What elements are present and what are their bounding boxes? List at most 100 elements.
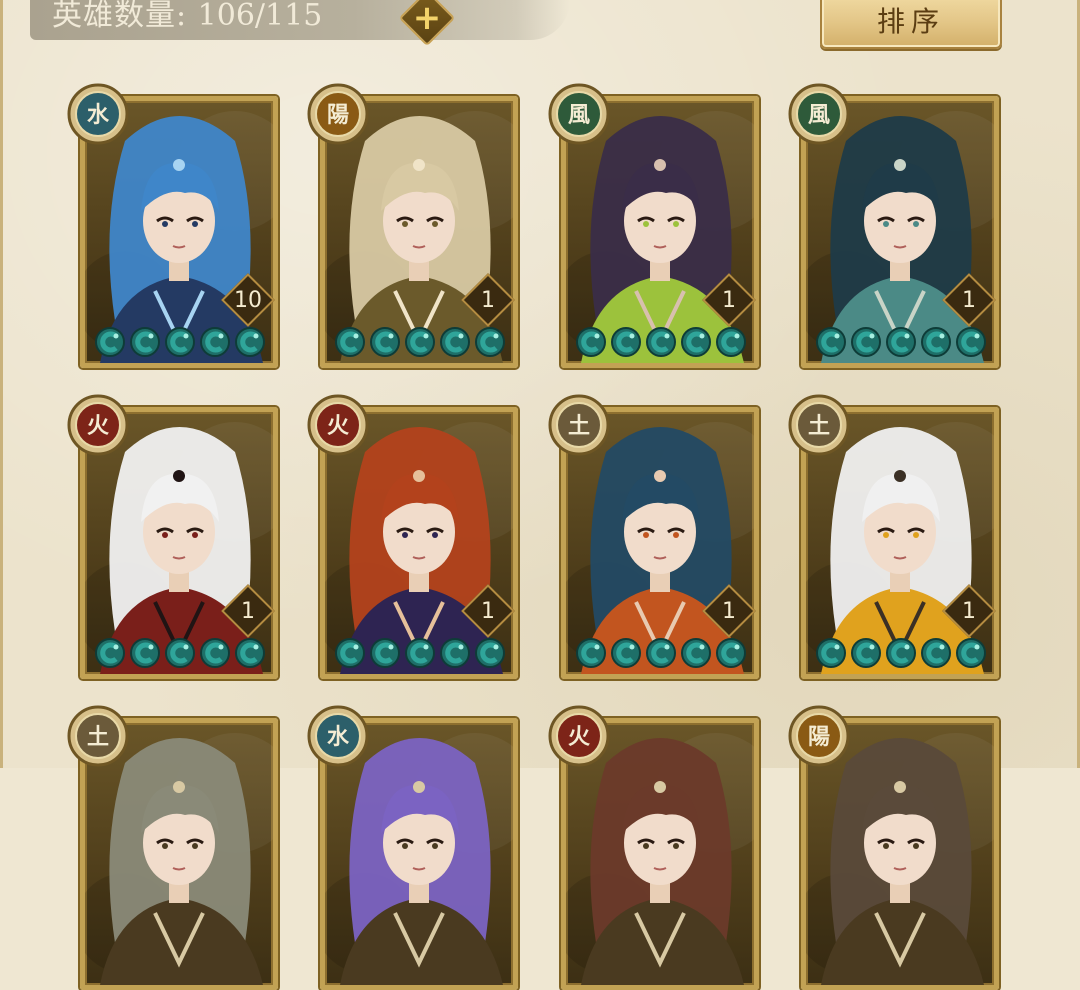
hero-star-rating xyxy=(94,637,270,673)
star-jade-icon xyxy=(851,638,881,668)
element-badge-wind-icon: 風 xyxy=(788,83,850,145)
element-badge-yang-icon: 陽 xyxy=(788,705,850,767)
hero-level-badge: 1 xyxy=(702,584,756,638)
element-badge-label: 火 xyxy=(327,413,349,439)
hero-level-value: 1 xyxy=(722,287,736,313)
hero-card[interactable]: 水 10 xyxy=(67,83,278,368)
hero-level-value: 1 xyxy=(241,598,255,624)
star-jade-icon xyxy=(956,638,986,668)
hero-level-badge: 10 xyxy=(221,273,275,327)
element-badge-label: 火 xyxy=(568,724,590,750)
star-jade-icon xyxy=(716,638,746,668)
hero-count-label: 英雄数量: xyxy=(52,0,188,33)
star-jade-icon xyxy=(816,638,846,668)
hero-star-rating xyxy=(334,637,510,673)
element-badge-earth-icon: 土 xyxy=(548,394,610,456)
hero-star-rating xyxy=(94,326,270,362)
star-jade-icon xyxy=(200,327,230,357)
star-jade-icon xyxy=(130,327,160,357)
star-jade-icon xyxy=(921,327,951,357)
hero-card[interactable]: 土 xyxy=(67,705,278,990)
star-jade-icon xyxy=(646,638,676,668)
star-jade-icon xyxy=(646,327,676,357)
hero-card[interactable]: 土1 xyxy=(548,394,759,679)
star-jade-icon xyxy=(95,638,125,668)
star-jade-icon xyxy=(95,327,125,357)
hero-card[interactable]: 陽 xyxy=(788,705,999,990)
element-badge-label: 陽 xyxy=(808,724,830,750)
hero-level-badge: 1 xyxy=(221,584,275,638)
hero-level-badge: 1 xyxy=(942,273,996,327)
hero-level-badge: 1 xyxy=(702,273,756,327)
hero-level-value: 10 xyxy=(234,287,262,313)
hero-card[interactable]: 火1 xyxy=(67,394,278,679)
plus-icon: + xyxy=(412,0,442,38)
element-badge-water-icon: 水 xyxy=(307,705,369,767)
element-badge-label: 土 xyxy=(808,413,830,439)
hero-level-value: 1 xyxy=(962,287,976,313)
element-badge-water-icon: 水 xyxy=(67,83,129,145)
star-jade-icon xyxy=(440,327,470,357)
hero-level-value: 1 xyxy=(722,598,736,624)
star-jade-icon xyxy=(200,638,230,668)
hero-star-rating xyxy=(575,637,751,673)
sort-button-label: 排序 xyxy=(876,4,945,38)
star-jade-icon xyxy=(886,327,916,357)
star-jade-icon xyxy=(956,327,986,357)
element-badge-label: 水 xyxy=(327,724,350,750)
star-jade-icon xyxy=(851,327,881,357)
hero-level-badge: 1 xyxy=(942,584,996,638)
star-jade-icon xyxy=(681,327,711,357)
star-jade-icon xyxy=(475,638,505,668)
hero-star-rating xyxy=(815,326,991,362)
star-jade-icon xyxy=(235,638,265,668)
star-jade-icon xyxy=(130,638,160,668)
star-jade-icon xyxy=(335,327,365,357)
star-jade-icon xyxy=(405,638,435,668)
hero-card[interactable]: 風1 xyxy=(548,83,759,368)
star-jade-icon xyxy=(816,327,846,357)
star-jade-icon xyxy=(235,327,265,357)
star-jade-icon xyxy=(165,638,195,668)
star-jade-icon xyxy=(716,327,746,357)
hero-card[interactable]: 火1 xyxy=(307,394,518,679)
star-jade-icon xyxy=(886,638,916,668)
element-badge-label: 陽 xyxy=(327,102,349,128)
element-badge-earth-icon: 土 xyxy=(788,394,850,456)
element-badge-label: 土 xyxy=(568,413,590,439)
star-jade-icon xyxy=(576,327,606,357)
element-badge-earth-icon: 土 xyxy=(67,705,129,767)
hero-level-badge: 1 xyxy=(461,584,515,638)
element-badge-wind-icon: 風 xyxy=(548,83,610,145)
hero-count-value: 106/115 xyxy=(197,0,323,33)
star-jade-icon xyxy=(921,638,951,668)
element-badge-yang-icon: 陽 xyxy=(307,83,369,145)
element-badge-label: 土 xyxy=(87,724,109,750)
hero-star-rating xyxy=(575,326,751,362)
star-jade-icon xyxy=(475,327,505,357)
hero-star-rating xyxy=(815,637,991,673)
star-jade-icon xyxy=(335,638,365,668)
hero-level-value: 1 xyxy=(962,598,976,624)
element-badge-fire-icon: 火 xyxy=(67,394,129,456)
element-badge-label: 風 xyxy=(568,102,590,128)
star-jade-icon xyxy=(370,638,400,668)
element-badge-fire-icon: 火 xyxy=(548,705,610,767)
hero-card[interactable]: 水 xyxy=(307,705,518,990)
hero-level-badge: 1 xyxy=(461,273,515,327)
star-jade-icon xyxy=(576,638,606,668)
sort-button[interactable]: 排序 xyxy=(820,0,1002,49)
hero-card[interactable]: 火 xyxy=(548,705,759,990)
star-jade-icon xyxy=(611,327,641,357)
element-badge-fire-icon: 火 xyxy=(307,394,369,456)
element-badge-label: 水 xyxy=(87,102,110,128)
left-border xyxy=(0,0,3,768)
star-jade-icon xyxy=(370,327,400,357)
hero-card[interactable]: 陽1 xyxy=(307,83,518,368)
element-badge-label: 風 xyxy=(808,102,830,128)
hero-star-rating xyxy=(334,326,510,362)
hero-card[interactable]: 風1 xyxy=(788,83,999,368)
add-hero-slot-button[interactable]: + xyxy=(398,0,456,47)
hero-card[interactable]: 土1 xyxy=(788,394,999,679)
star-jade-icon xyxy=(440,638,470,668)
